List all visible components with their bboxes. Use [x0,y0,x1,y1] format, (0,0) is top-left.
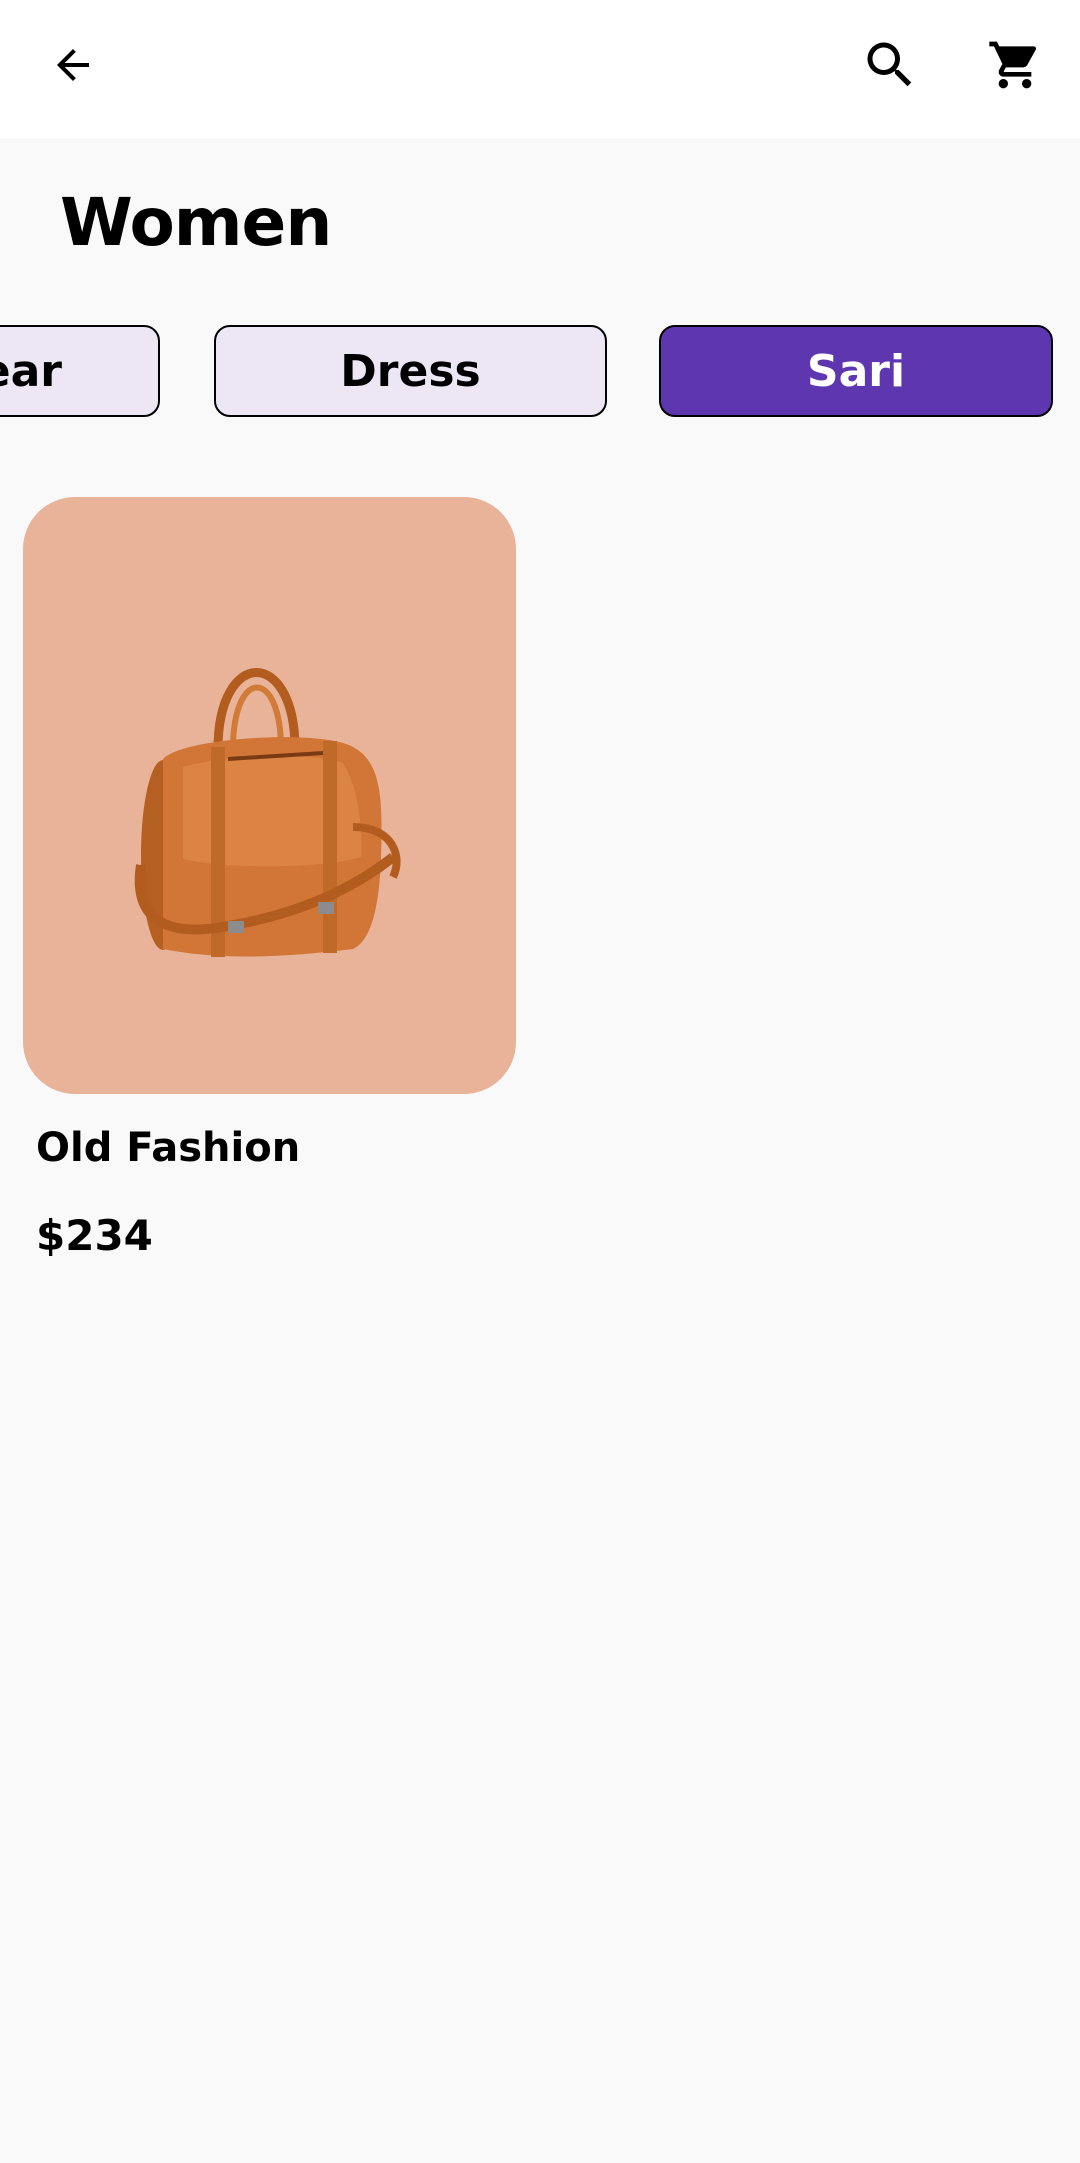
cart-button[interactable] [975,25,1055,105]
product-price: $234 [36,1211,153,1260]
arrow-back-icon [57,49,89,81]
page-title: Women [60,184,332,261]
category-chip-label: Sari [806,345,906,397]
product-image [23,497,516,1094]
category-chip-sari[interactable]: Sari [659,325,1053,417]
product-name: Old Fashion [36,1125,301,1171]
shopping-cart-icon [989,41,1037,89]
back-button[interactable] [33,25,113,105]
app-screen: Women ear Dress Sari [0,0,1080,2163]
search-button[interactable] [850,25,930,105]
product-card[interactable]: Old Fashion $234 [23,497,516,1260]
category-chips: ear Dress Sari [0,325,1080,421]
bag-illustration [134,668,401,957]
category-chip-label: Dress [340,345,481,397]
top-app-bar [0,0,1080,138]
search-icon [867,42,912,87]
category-chip-label: ear [0,345,62,397]
category-chip-partial[interactable]: ear [0,325,160,417]
category-chip-dress[interactable]: Dress [214,325,607,417]
